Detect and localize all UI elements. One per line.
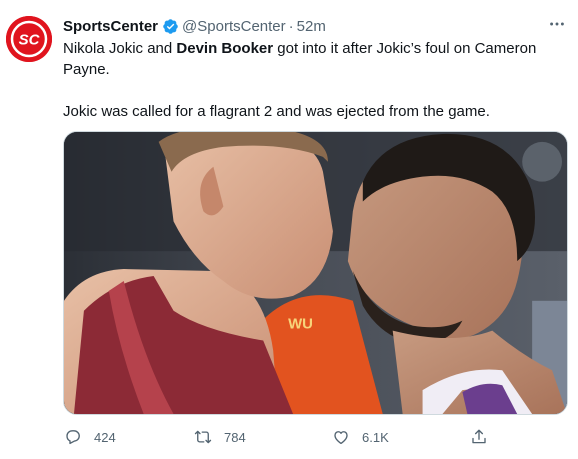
account-handle[interactable]: @SportsCenter: [182, 18, 286, 35]
avatar-text: SC: [19, 32, 41, 49]
tweet-text-line2: Jokic was called for a flagrant 2 and wa…: [63, 103, 490, 120]
tweet-timestamp[interactable]: 52m: [297, 18, 326, 35]
more-options-icon[interactable]: [547, 14, 567, 34]
like-count: 6.1K: [362, 429, 389, 445]
share-button[interactable]: [470, 426, 500, 448]
sportscenter-logo: SC: [6, 16, 52, 62]
reply-icon: [66, 430, 80, 445]
photo-illustration: WU: [64, 132, 567, 414]
reply-count: 424: [94, 429, 116, 445]
separator-dot: ·: [288, 17, 294, 35]
verified-badge-icon: [163, 18, 178, 34]
tweet-photo[interactable]: WU: [63, 131, 568, 415]
heart-icon: [334, 431, 348, 445]
tweet-text-line1: Nikola Jokic and Devin Booker got into i…: [63, 38, 563, 80]
account-name[interactable]: SportsCenter: [63, 18, 158, 35]
retweet-count: 784: [224, 429, 246, 445]
share-icon: [472, 429, 486, 444]
jersey-text: WU: [288, 317, 313, 333]
retweet-button[interactable]: 784: [194, 426, 246, 448]
tweet-text-bold-name: Devin Booker: [176, 40, 274, 57]
reply-button[interactable]: 424: [64, 426, 116, 448]
avatar[interactable]: SC: [6, 16, 52, 62]
tweet-text-part: Nikola Jokic and: [63, 40, 177, 57]
like-button[interactable]: 6.1K: [332, 426, 389, 448]
retweet-icon: [194, 430, 212, 444]
tweet-text: Nikola Jokic and Devin Booker got into i…: [63, 38, 563, 122]
tweet: SC SportsCenter @SportsCenter · 52m Niko…: [0, 0, 578, 459]
tweet-actions: 424 784 6.1K: [63, 426, 543, 448]
tweet-header: SportsCenter @SportsCenter · 52m: [63, 15, 326, 37]
